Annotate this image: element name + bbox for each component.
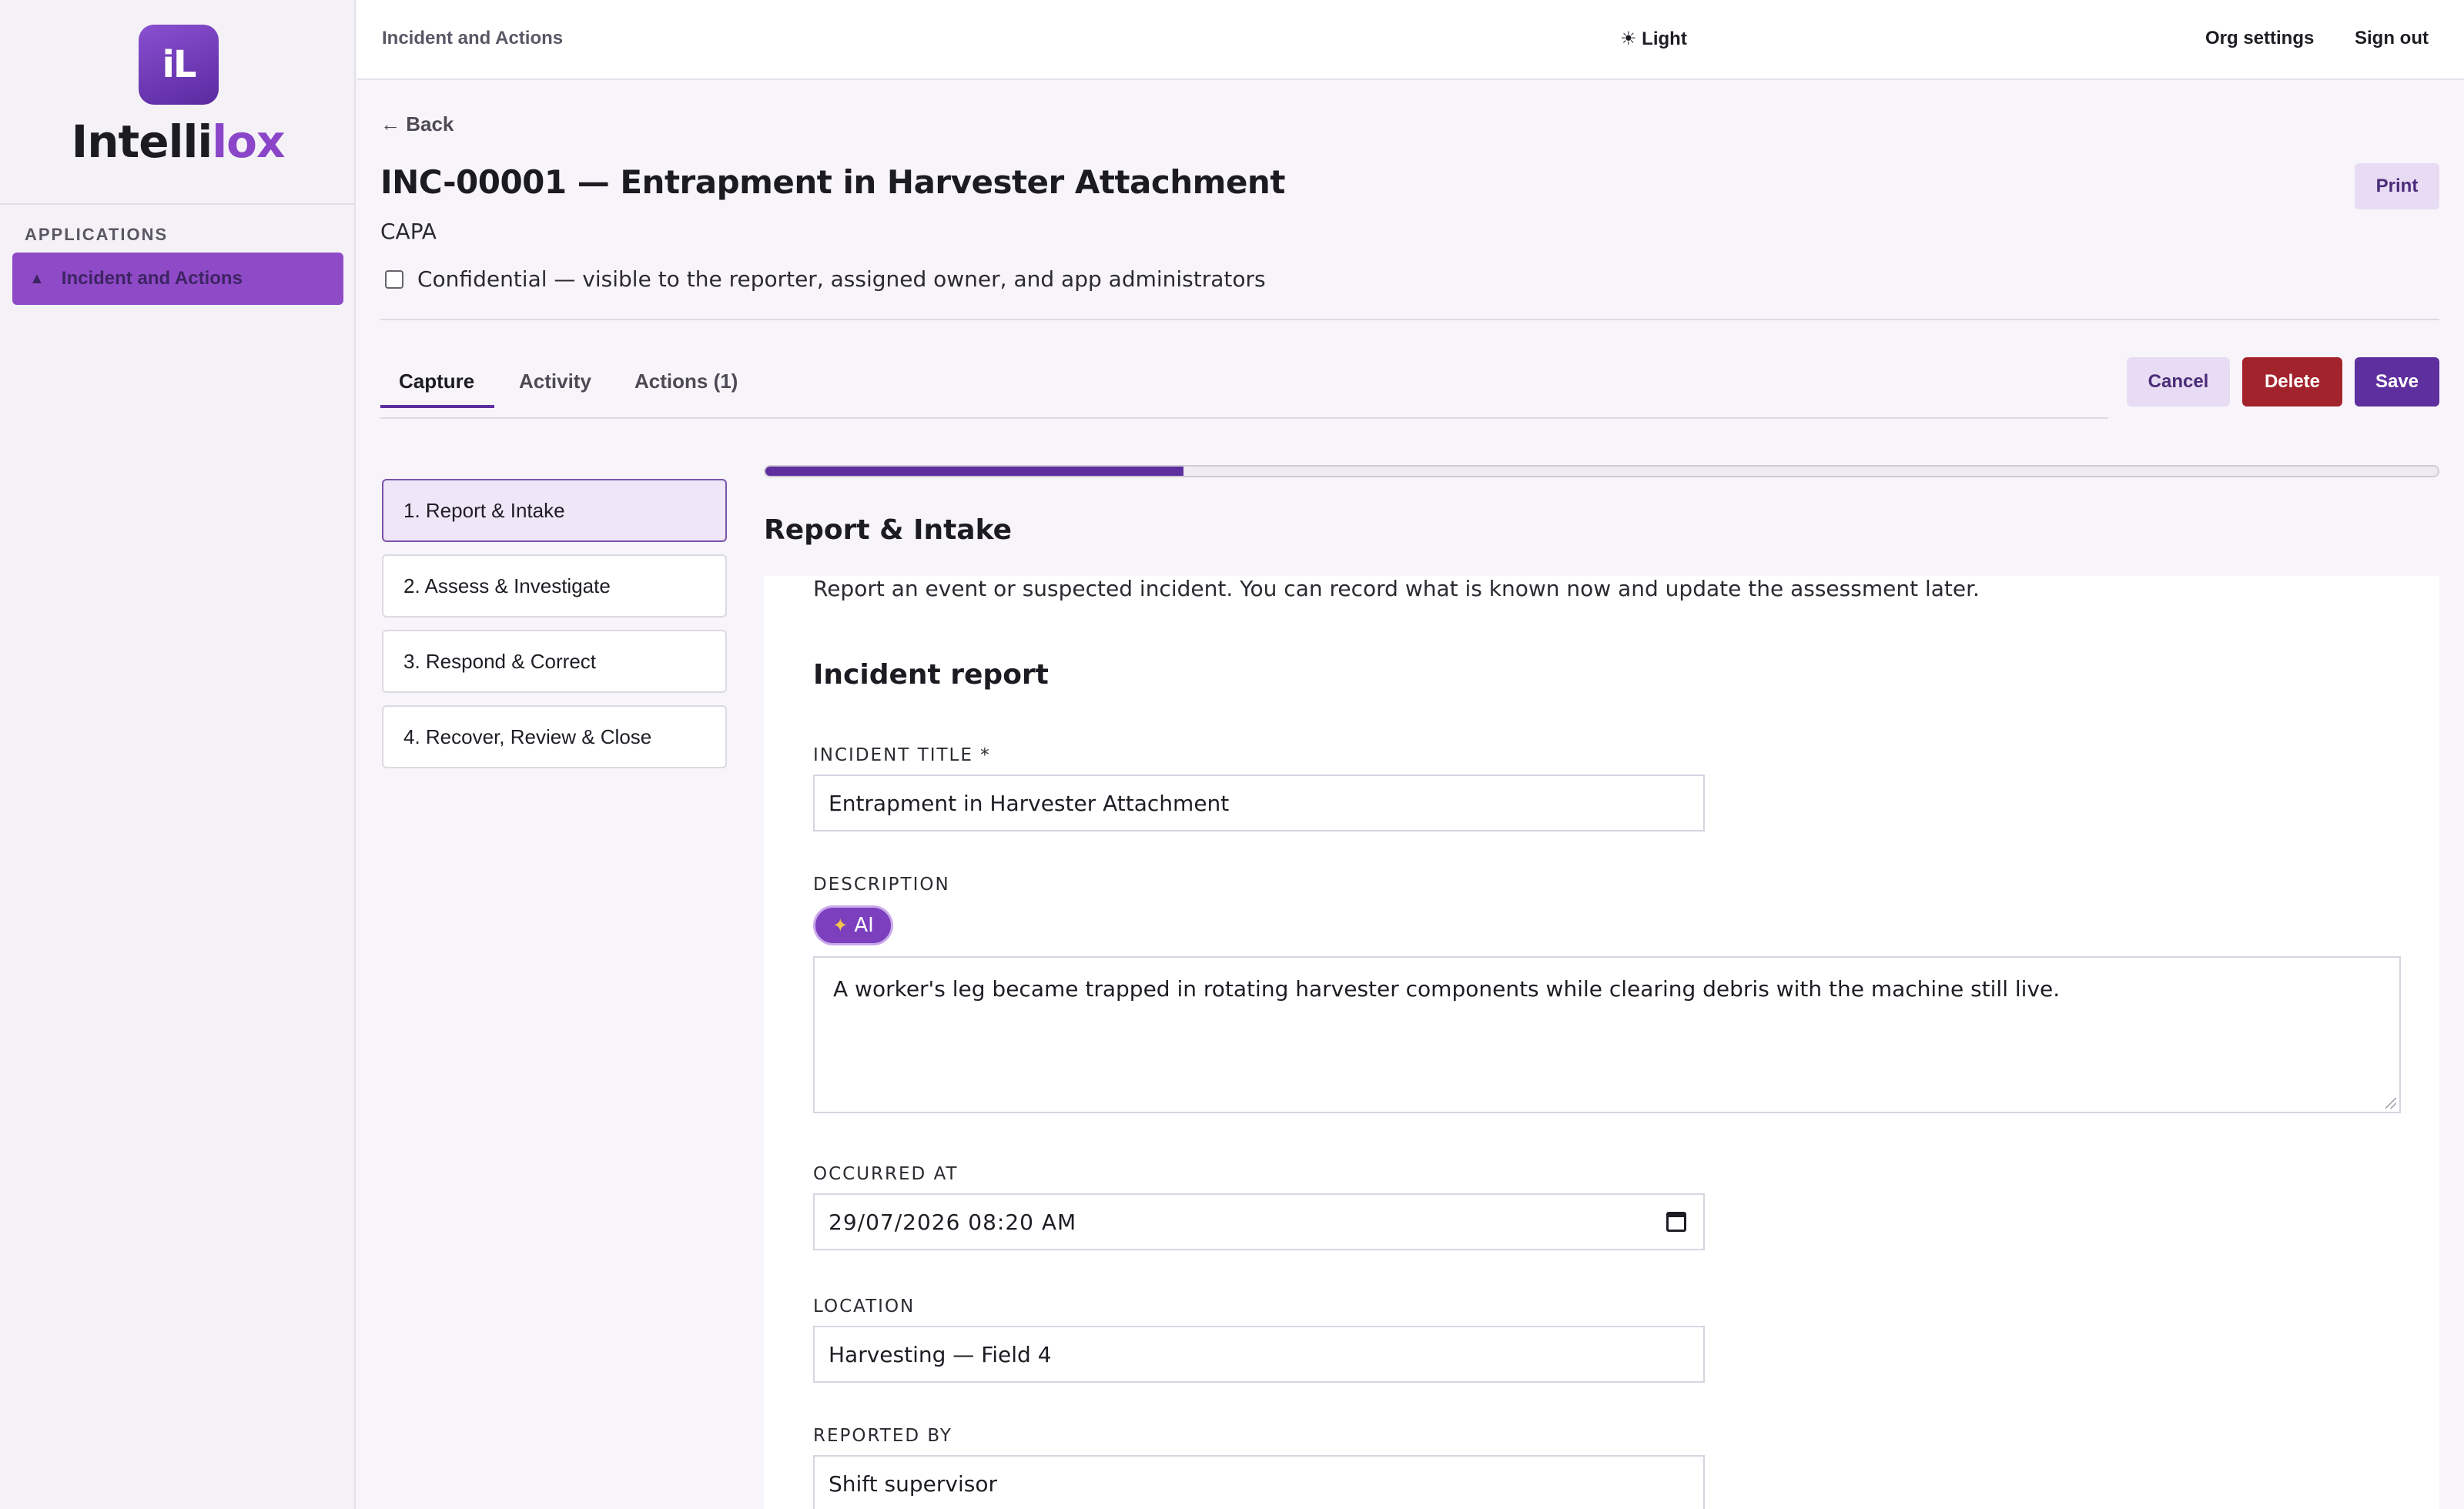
tab-bar: Capture Activity Actions (1) xyxy=(380,356,2108,419)
brand-name: Intellilox xyxy=(0,115,356,168)
step-report-intake[interactable]: 1. Report & Intake xyxy=(382,479,727,542)
progress-fill xyxy=(765,467,1183,476)
step-respond-correct[interactable]: 3. Respond & Correct xyxy=(382,630,727,693)
card-heading: Incident report xyxy=(813,659,1049,691)
section-title: Report & Intake xyxy=(764,514,1012,546)
sidebar: iL Intellilox APPLICATIONS ▲ Incident an… xyxy=(0,0,356,1509)
section-intro: Report an event or suspected incident. Y… xyxy=(813,576,1980,601)
description-text: A worker's leg became trapped in rotatin… xyxy=(833,976,2061,1002)
logo-mark: iL xyxy=(139,25,219,105)
step-assess-investigate[interactable]: 2. Assess & Investigate xyxy=(382,554,727,617)
brand-logo: iL Intellilox xyxy=(0,0,354,205)
description-textarea[interactable]: A worker's leg became trapped in rotatin… xyxy=(813,956,2401,1113)
cancel-button[interactable]: Cancel xyxy=(2127,357,2230,407)
confidential-checkbox[interactable] xyxy=(385,269,403,289)
reported-by-label: REPORTED BY xyxy=(813,1426,952,1446)
location-input[interactable]: Harvesting — Field 4 xyxy=(813,1326,1705,1383)
sign-out-link[interactable]: Sign out xyxy=(2355,28,2429,49)
confidential-label: Confidential — visible to the reporter, … xyxy=(417,266,1266,292)
reported-by-input[interactable]: Shift supervisor xyxy=(813,1455,1705,1509)
incident-type: CAPA xyxy=(380,219,437,244)
ai-button-label: AI xyxy=(854,914,874,937)
location-label: LOCATION xyxy=(813,1297,916,1317)
progress-bar xyxy=(764,465,2439,477)
top-bar: Incident and Actions ☀ Light Org setting… xyxy=(357,0,2464,80)
incident-title-input[interactable]: Entrapment in Harvester Attachment xyxy=(813,775,1705,831)
brand-name-accent: lox xyxy=(212,115,285,168)
back-link[interactable]: ← Back xyxy=(380,112,454,136)
active-tab-indicator xyxy=(380,405,494,408)
print-button[interactable]: Print xyxy=(2355,163,2439,209)
description-label: DESCRIPTION xyxy=(813,875,950,895)
brand-name-main: Intelli xyxy=(71,115,213,168)
tab-actions[interactable]: Actions (1) xyxy=(634,370,738,393)
tab-activity[interactable]: Activity xyxy=(519,370,591,393)
occurred-at-input[interactable]: 29/07/2026 08:20 AM xyxy=(813,1193,1705,1250)
tab-capture[interactable]: Capture xyxy=(399,370,474,393)
delete-button[interactable]: Delete xyxy=(2242,357,2342,407)
step-recover-review-close[interactable]: 4. Recover, Review & Close xyxy=(382,705,727,768)
occurred-at-value: 29/07/2026 08:20 AM xyxy=(829,1209,1077,1235)
incident-title-label: INCIDENT TITLE * xyxy=(813,745,991,765)
sparkle-icon: ✦ xyxy=(832,915,849,936)
calendar-icon[interactable] xyxy=(1666,1212,1686,1232)
sidebar-item-label: Incident and Actions xyxy=(61,268,243,289)
save-button[interactable]: Save xyxy=(2355,357,2439,407)
nav-section-heading: APPLICATIONS xyxy=(25,225,169,244)
theme-toggle[interactable]: ☀ Light xyxy=(1620,28,1687,50)
divider xyxy=(380,319,2439,320)
form-card: Report an event or suspected incident. Y… xyxy=(764,576,2439,1509)
ai-assist-button[interactable]: ✦ AI xyxy=(813,905,893,945)
page-title: INC-00001 — Entrapment in Harvester Atta… xyxy=(380,163,1285,201)
resize-handle[interactable] xyxy=(2385,1098,2396,1109)
org-settings-link[interactable]: Org settings xyxy=(2205,28,2314,49)
sidebar-item-incident-and-actions[interactable]: ▲ Incident and Actions xyxy=(12,253,343,305)
warning-icon: ▲ xyxy=(29,269,45,287)
confidential-toggle[interactable]: Confidential — visible to the reporter, … xyxy=(385,266,1266,292)
occurred-at-label: OCCURRED AT xyxy=(813,1164,959,1184)
app-title: Incident and Actions xyxy=(382,28,564,49)
